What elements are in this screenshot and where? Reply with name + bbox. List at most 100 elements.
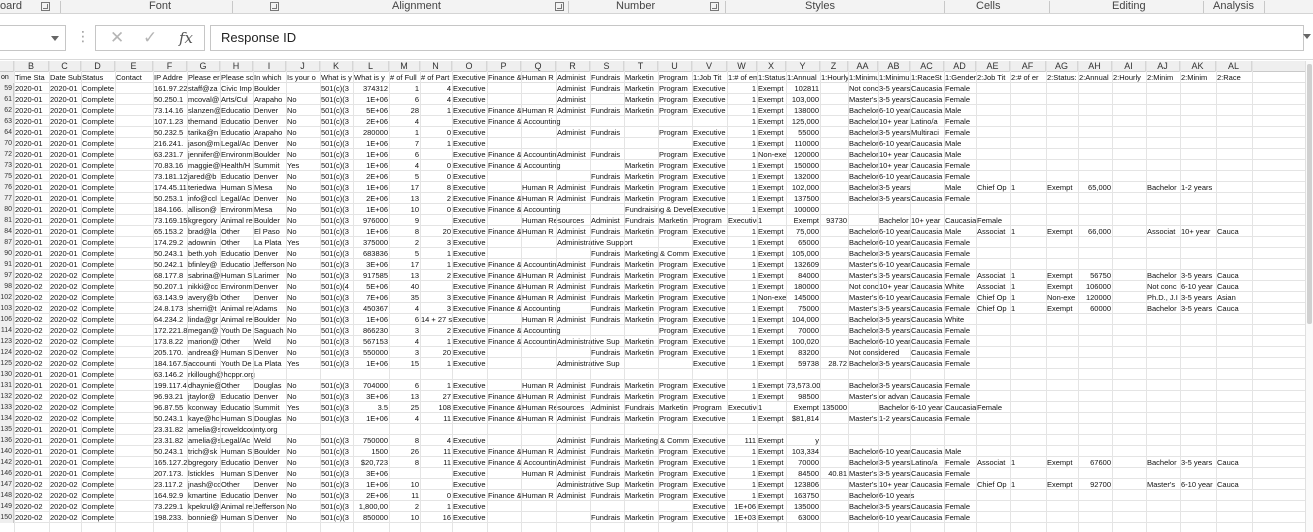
row-number[interactable]: 114 xyxy=(0,325,14,336)
table-cell[interactable]: tarika@n xyxy=(187,127,220,138)
table-cell[interactable] xyxy=(1216,237,1252,248)
table-cell[interactable]: 6-10 year xyxy=(878,105,910,116)
table-cell[interactable]: Complete xyxy=(81,424,115,435)
table-cell[interactable]: jason@m xyxy=(187,138,220,149)
table-cell[interactable] xyxy=(976,138,1010,149)
table-cell[interactable]: 1 xyxy=(420,501,452,512)
row-number[interactable]: 76 xyxy=(0,182,14,193)
table-cell[interactable]: Executive xyxy=(452,94,487,105)
table-cell[interactable]: 1E+06 xyxy=(353,204,389,215)
table-cell[interactable]: Complete xyxy=(81,358,115,369)
table-cell[interactable] xyxy=(1010,501,1046,512)
table-cell[interactable]: 106000 xyxy=(1078,281,1112,292)
table-cell[interactable]: Executive xyxy=(452,226,487,237)
table-cell[interactable]: 501(c)(3 xyxy=(320,226,353,237)
table-cell[interactable]: Executive xyxy=(452,281,487,292)
dialog-launcher-icon[interactable] xyxy=(555,2,564,11)
table-cell[interactable]: 63.231.7 xyxy=(153,149,187,160)
table-cell[interactable]: 65.153.2 xyxy=(153,226,187,237)
table-cell[interactable]: 501(c)(3 xyxy=(320,127,353,138)
table-cell[interactable] xyxy=(115,281,153,292)
table-cell[interactable]: Yes xyxy=(286,358,320,369)
table-cell[interactable] xyxy=(1112,479,1146,490)
table-cell[interactable] xyxy=(389,369,420,380)
table-cell[interactable] xyxy=(1146,237,1180,248)
table-cell[interactable] xyxy=(1046,149,1078,160)
column-header-t[interactable]: T xyxy=(624,61,658,72)
table-cell[interactable]: Bachelor xyxy=(848,248,878,259)
table-cell[interactable] xyxy=(976,127,1010,138)
table-cell[interactable] xyxy=(1146,314,1180,325)
table-cell[interactable]: Female xyxy=(944,127,976,138)
table-cell[interactable]: 501(c)(3 xyxy=(320,435,353,446)
table-cell[interactable]: 2020-01 xyxy=(14,226,49,237)
table-cell[interactable]: Program xyxy=(658,270,692,281)
table-cell[interactable]: Exempt xyxy=(1046,182,1078,193)
row-number[interactable]: 63 xyxy=(0,116,14,127)
table-cell[interactable]: 2020-02 xyxy=(14,347,49,358)
column-header-m[interactable]: M xyxy=(389,61,420,72)
table-cell[interactable]: 3 xyxy=(420,292,452,303)
table-cell[interactable]: Program xyxy=(658,391,692,402)
table-cell[interactable] xyxy=(976,336,1010,347)
table-cell[interactable] xyxy=(115,512,153,523)
table-cell[interactable]: Executive xyxy=(452,479,487,490)
table-cell[interactable]: Administ xyxy=(556,127,590,138)
table-cell[interactable]: Associat xyxy=(976,226,1010,237)
table-cell[interactable] xyxy=(1112,281,1146,292)
table-cell[interactable]: Exempt xyxy=(757,171,786,182)
table-cell[interactable] xyxy=(1180,435,1216,446)
table-cell[interactable]: Program xyxy=(658,226,692,237)
table-cell[interactable]: Female xyxy=(944,270,976,281)
table-cell[interactable]: Complete xyxy=(81,215,115,226)
table-cell[interactable]: 84000 xyxy=(786,270,820,281)
table-cell[interactable] xyxy=(624,138,658,149)
table-cell[interactable]: Fundrais xyxy=(590,105,624,116)
table-cell[interactable]: Program xyxy=(658,413,692,424)
table-cell[interactable]: kconway xyxy=(187,402,220,413)
header-cell[interactable]: What is y xyxy=(353,72,389,83)
table-cell[interactable]: No xyxy=(286,347,320,358)
table-cell[interactable]: 63.146.2 xyxy=(153,369,187,380)
table-cell[interactable] xyxy=(658,501,692,512)
table-cell[interactable]: 550000 xyxy=(353,347,389,358)
table-cell[interactable]: Executive xyxy=(452,116,487,127)
table-cell[interactable] xyxy=(487,138,521,149)
table-cell[interactable]: Human R xyxy=(521,281,556,292)
table-cell[interactable]: Mesa xyxy=(253,204,286,215)
table-cell[interactable]: Executive xyxy=(452,490,487,501)
table-cell[interactable]: Bachelor xyxy=(848,105,878,116)
table-cell[interactable] xyxy=(820,204,848,215)
table-cell[interactable] xyxy=(976,83,1010,94)
table-cell[interactable] xyxy=(976,391,1010,402)
table-cell[interactable]: 1 xyxy=(727,347,757,358)
table-cell[interactable]: 3-5 years xyxy=(878,193,910,204)
table-cell[interactable]: 2020-02 xyxy=(14,358,49,369)
table-cell[interactable]: Executive xyxy=(452,138,487,149)
table-cell[interactable]: Administ xyxy=(556,413,590,424)
table-cell[interactable]: 1 xyxy=(1010,292,1046,303)
table-cell[interactable]: Complete xyxy=(81,336,115,347)
table-cell[interactable]: Chief Op xyxy=(976,303,1010,314)
table-cell[interactable]: Executive xyxy=(452,83,487,94)
table-cell[interactable]: 0 xyxy=(420,160,452,171)
table-cell[interactable] xyxy=(1112,501,1146,512)
table-cell[interactable]: Multiraci xyxy=(910,127,944,138)
table-cell[interactable] xyxy=(1180,358,1216,369)
table-cell[interactable] xyxy=(1180,138,1216,149)
table-cell[interactable]: 1 xyxy=(1010,182,1046,193)
table-cell[interactable]: 2020-01 xyxy=(14,138,49,149)
table-cell[interactable]: Human S xyxy=(220,446,253,457)
table-cell[interactable]: 11 xyxy=(389,490,420,501)
table-cell[interactable] xyxy=(521,171,556,182)
column-header-l[interactable]: L xyxy=(353,61,389,72)
table-cell[interactable]: 1 xyxy=(727,248,757,259)
table-cell[interactable] xyxy=(521,424,556,435)
table-cell[interactable] xyxy=(944,204,976,215)
table-cell[interactable]: Denver xyxy=(253,171,286,182)
table-cell[interactable]: 1 xyxy=(757,215,786,226)
table-cell[interactable]: 2020-01 xyxy=(49,259,81,270)
table-cell[interactable]: Not conc xyxy=(848,83,878,94)
table-cell[interactable] xyxy=(878,424,910,435)
table-cell[interactable]: 1 xyxy=(1010,479,1046,490)
